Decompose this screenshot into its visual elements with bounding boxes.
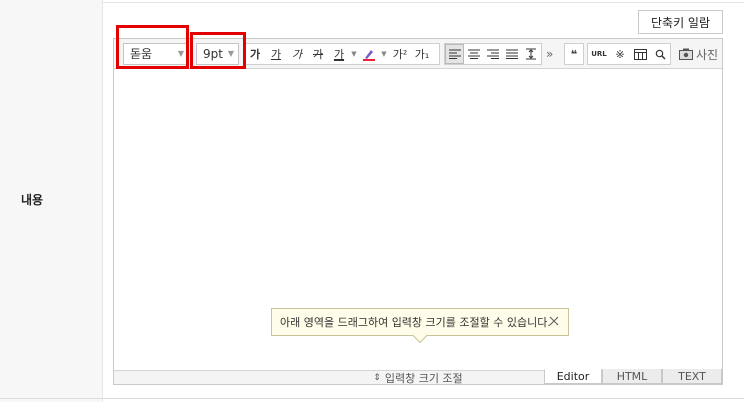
highlighter-icon [363,50,375,61]
highlight-box-font-size [190,32,246,69]
rich-text-editor: 돋움 ▼ 9pt ▼ 가 가 가 가 가 ▼ ▼ 가² 가₁ » ❝ URL ※… [113,38,723,385]
quote-button[interactable]: ❝ [565,44,583,64]
font-color-button[interactable]: 가 [329,44,349,64]
field-label: 내용 [21,193,44,207]
tab-text[interactable]: TEXT [662,369,722,384]
resize-tooltip: 아래 영역을 드래그하여 입력창 크기를 조절할 수 있습니다. [271,308,569,344]
resize-label: 입력창 크기 조절 [384,371,463,385]
font-color-dropdown-icon[interactable]: ▼ [349,44,359,64]
editor-mode-tabs: Editor HTML TEXT [544,369,722,384]
special-char-button[interactable]: ※ [610,44,630,64]
align-right-button[interactable] [483,44,502,64]
line-height-icon [526,48,536,60]
resize-arrows-icon: ⇕ [373,372,381,383]
line-height-button[interactable] [521,44,541,64]
top-rule [0,2,744,3]
italic-button[interactable]: 가 [287,44,307,64]
find-button[interactable] [650,44,670,64]
bottom-rule [0,398,744,399]
tab-html[interactable]: HTML [602,369,662,384]
superscript-button[interactable]: 가² [389,44,411,64]
close-icon[interactable] [547,314,561,328]
highlight-dropdown-icon[interactable]: ▼ [379,44,389,64]
resize-tooltip-text: 아래 영역을 드래그하여 입력창 크기를 조절할 수 있습니다. [280,316,551,329]
text-style-group: 가 가 가 가 가 ▼ ▼ 가² 가₁ [244,43,440,65]
align-justify-icon [505,49,518,59]
quote-group: ❝ [564,43,584,65]
align-justify-button[interactable] [502,44,521,64]
align-left-button[interactable] [445,44,464,64]
search-icon [655,49,666,60]
align-left-icon [448,49,461,59]
table-icon [633,48,647,60]
align-right-icon [486,49,499,59]
underline-button[interactable]: 가 [265,44,287,64]
camera-icon [679,48,693,60]
photo-label: 사진 [696,47,719,62]
bold-button[interactable]: 가 [245,44,265,64]
insert-group: URL ※ [587,43,671,65]
tab-editor[interactable]: Editor [544,369,602,384]
highlight-button[interactable] [359,44,379,64]
url-button[interactable]: URL [588,44,610,64]
field-label-column: 내용 [0,0,103,402]
shortcut-list-button[interactable]: 단축키 일람 [638,10,723,34]
alignment-group [444,43,542,65]
align-center-icon [467,49,480,59]
align-center-button[interactable] [464,44,483,64]
table-button[interactable] [630,44,650,64]
highlight-box-font-family [116,25,189,69]
more-tools-button[interactable]: » [546,43,553,65]
subscript-button[interactable]: 가₁ [411,44,433,64]
strikethrough-button[interactable]: 가 [307,44,329,64]
photo-button[interactable]: 사진 [679,43,718,65]
